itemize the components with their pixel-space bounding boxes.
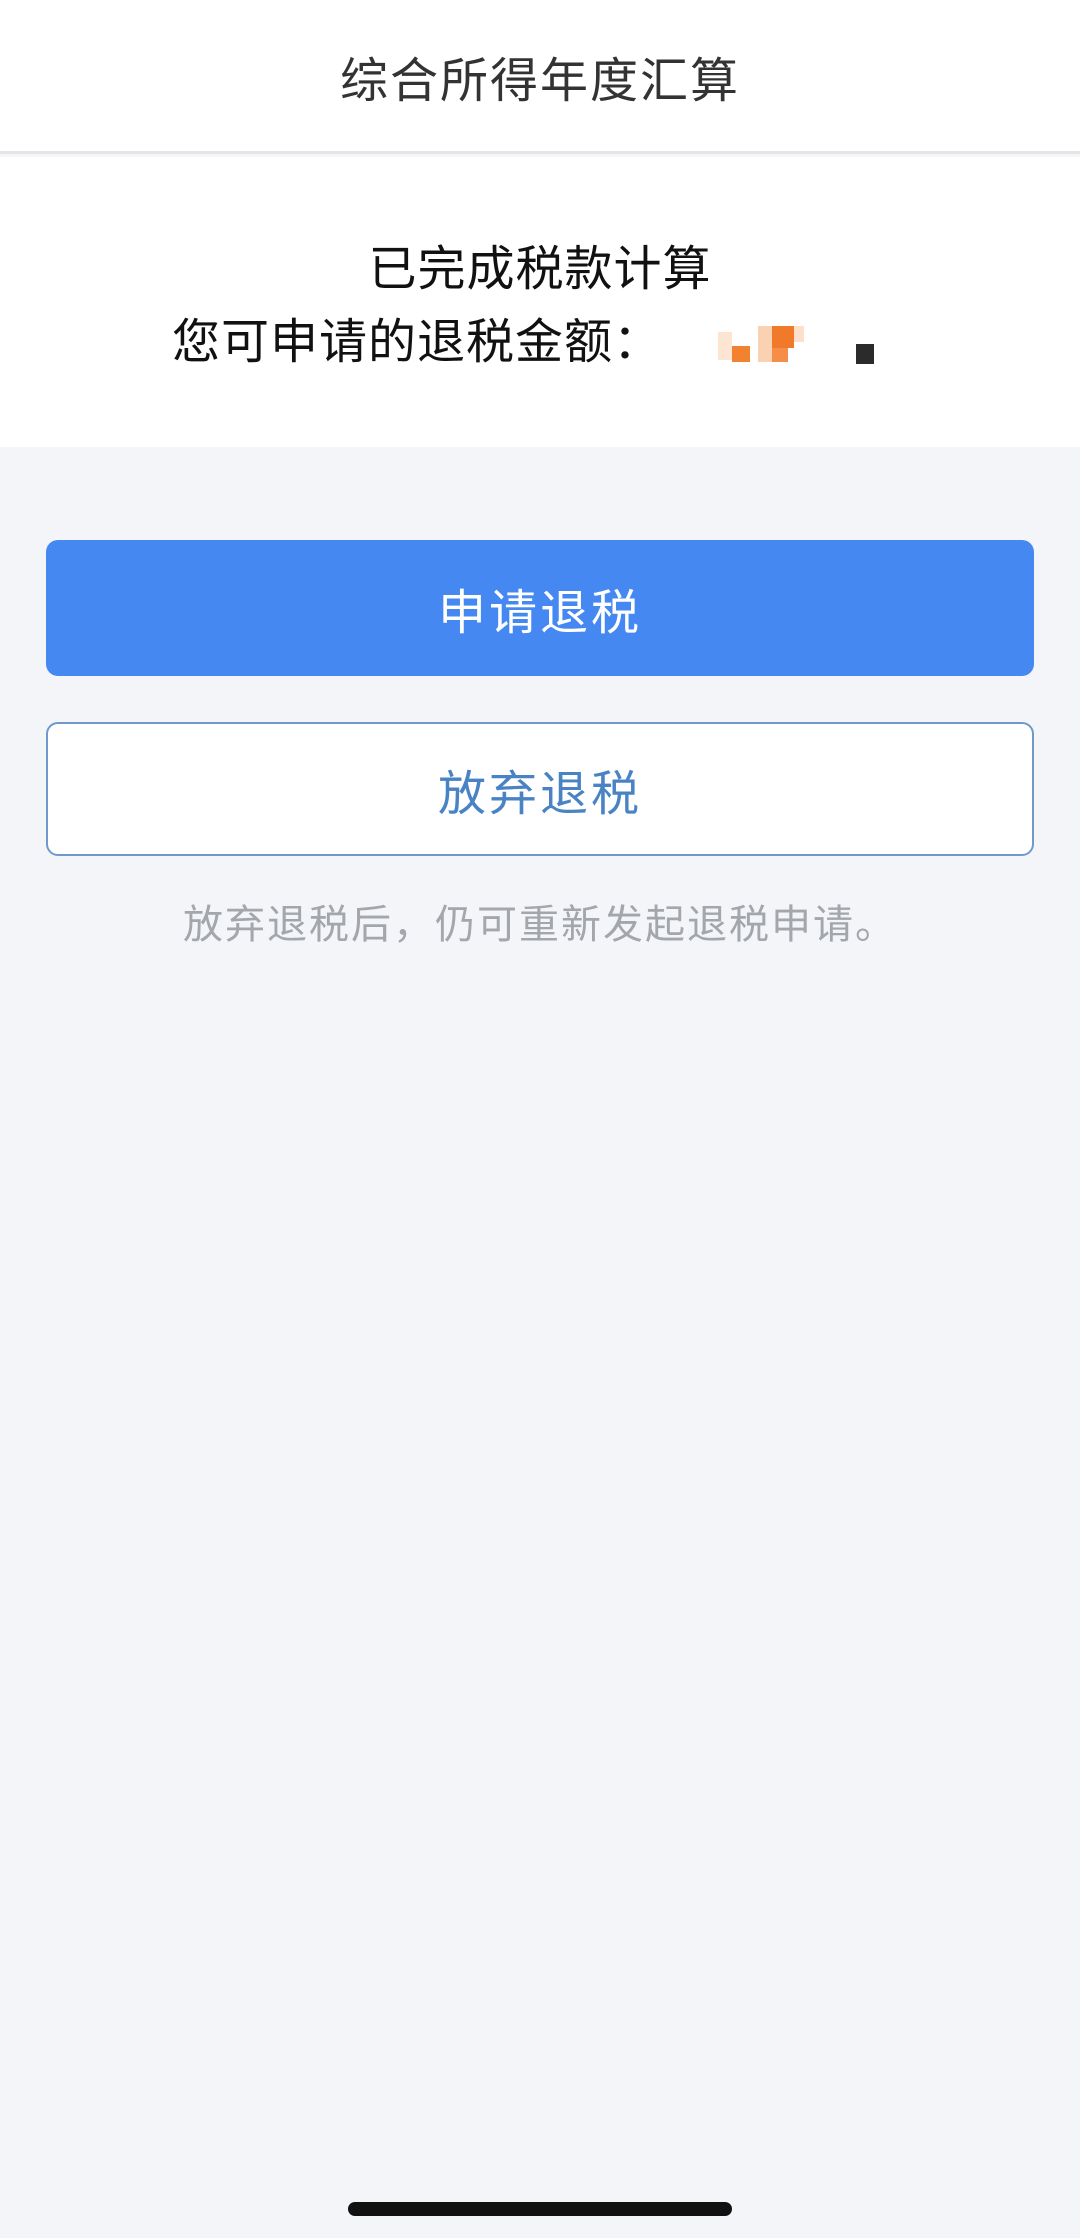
redaction-pixel xyxy=(772,326,795,348)
redaction-pixel xyxy=(772,348,789,362)
redaction-pixel xyxy=(856,344,875,364)
apply-refund-button[interactable]: 申请退税 xyxy=(46,540,1034,676)
refund-amount-redacted xyxy=(718,312,918,372)
refund-amount-label: 您可申请的退税金额： xyxy=(172,314,663,370)
redaction-pixel xyxy=(732,346,751,362)
redaction-pixel xyxy=(718,332,733,360)
abandon-refund-button[interactable]: 放弃退税 xyxy=(46,722,1034,856)
nav-bar: 综合所得年度汇算 xyxy=(0,0,1080,154)
refund-amount-row: 您可申请的退税金额： xyxy=(172,312,918,372)
result-title: 已完成税款计算 xyxy=(368,241,712,297)
redaction-pixel xyxy=(794,326,805,342)
abandon-hint-text: 放弃退税后，仍可重新发起退税申请。 xyxy=(183,902,897,948)
page-title: 综合所得年度汇算 xyxy=(339,52,740,109)
home-indicator[interactable] xyxy=(348,2202,732,2216)
redaction-pixel xyxy=(758,326,773,362)
result-panel: 已完成税款计算 您可申请的退税金额： xyxy=(0,157,1080,447)
